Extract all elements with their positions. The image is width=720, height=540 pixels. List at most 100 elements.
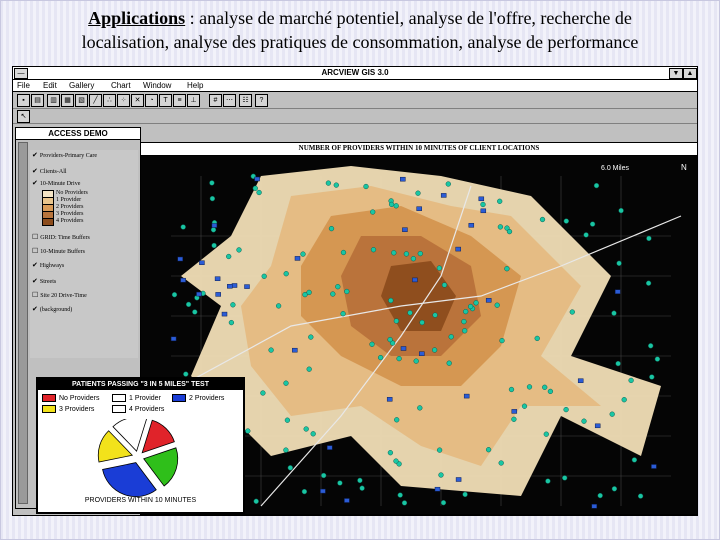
legend-layer-6[interactable]: 3 Providers bbox=[56, 211, 84, 218]
client-point bbox=[431, 347, 438, 353]
chart-caption: PROVIDERS WITHIN 10 MINUTES bbox=[84, 497, 197, 504]
properties-icon[interactable]: ▤ bbox=[31, 94, 44, 107]
legend-layer-4[interactable]: 1 Provider bbox=[56, 197, 81, 204]
client-point bbox=[369, 341, 375, 347]
checkbox-unchecked-icon[interactable]: ☐ bbox=[32, 291, 38, 299]
help-icon[interactable]: ? bbox=[255, 94, 268, 107]
pointer-tool-icon[interactable]: ↖ bbox=[17, 110, 30, 123]
chart-series-icon[interactable]: ☷ bbox=[239, 94, 252, 107]
provider-point bbox=[614, 289, 621, 294]
checkbox-unchecked-icon[interactable]: ☐ bbox=[32, 247, 38, 255]
client-point bbox=[526, 384, 533, 390]
client-point bbox=[284, 417, 291, 423]
checkbox-checked-icon[interactable]: ✔ bbox=[32, 167, 38, 175]
client-point bbox=[333, 182, 339, 188]
legend-label: 1 Provider bbox=[129, 394, 161, 402]
legend-layer-5[interactable]: 2 Providers bbox=[56, 204, 84, 211]
minimize-button[interactable]: ▼ bbox=[669, 68, 683, 79]
client-point bbox=[441, 282, 448, 288]
client-point bbox=[543, 431, 549, 437]
checkbox-checked-icon[interactable]: ✔ bbox=[32, 179, 38, 187]
chart-title-icon[interactable]: T bbox=[159, 94, 172, 107]
chart-xy-icon[interactable]: ✕ bbox=[131, 94, 144, 107]
provider-point bbox=[177, 256, 183, 262]
legend-layer-12[interactable]: ☐ Site 20 Drive-Time bbox=[32, 292, 87, 300]
client-point bbox=[618, 207, 624, 214]
pie-slice-2-providers bbox=[102, 462, 157, 497]
menu-chart[interactable]: Chart bbox=[111, 81, 131, 90]
checkbox-checked-icon[interactable]: ✔ bbox=[32, 151, 38, 159]
provider-point bbox=[478, 196, 485, 202]
window-title: ARCVIEW GIS 3.0 bbox=[321, 68, 389, 77]
chart-area-icon[interactable]: ▦ bbox=[61, 94, 74, 107]
provider-point bbox=[480, 208, 487, 214]
legend-layer-1[interactable]: ✔ Clients-All bbox=[32, 168, 67, 176]
checkbox-checked-icon[interactable]: ✔ bbox=[32, 305, 38, 313]
legend-layer-0[interactable]: ✔ Providers-Primary Care bbox=[32, 152, 97, 160]
legend-swatch bbox=[42, 218, 54, 226]
menu-window[interactable]: Window bbox=[143, 81, 171, 90]
menu-gallery[interactable]: Gallery bbox=[69, 81, 94, 90]
legend-layer-label: Clients-All bbox=[39, 169, 67, 175]
legend-layer-8[interactable]: ☐ GRID: Time Buffers bbox=[32, 234, 90, 242]
client-point bbox=[230, 302, 236, 308]
client-point bbox=[473, 300, 479, 306]
legend-layer-label: GRID: Time Buffers bbox=[40, 235, 90, 241]
legend-layer-11[interactable]: ✔ Streets bbox=[32, 278, 56, 286]
pie-chart-icon[interactable]: ◔ bbox=[145, 94, 158, 107]
chart-line-icon[interactable]: ╱ bbox=[89, 94, 102, 107]
client-point bbox=[562, 475, 568, 481]
checkbox-checked-icon[interactable]: ✔ bbox=[32, 277, 38, 285]
legend-label: 3 Providers bbox=[59, 405, 95, 413]
chart-bar-icon[interactable]: ▥ bbox=[47, 94, 60, 107]
chart-grid-icon[interactable]: # bbox=[209, 94, 222, 107]
save-icon[interactable]: ▪ bbox=[17, 94, 30, 107]
legend-label: 2 Providers bbox=[189, 394, 225, 402]
client-point bbox=[621, 397, 627, 403]
legend-label: No Providers bbox=[59, 394, 100, 402]
legend-layer-9[interactable]: ☐ 10-Minute Buffers bbox=[32, 248, 85, 256]
checkbox-checked-icon[interactable]: ✔ bbox=[32, 261, 38, 269]
provider-point bbox=[400, 176, 406, 182]
client-point bbox=[539, 216, 546, 223]
chart-legend-icon[interactable]: ≡ bbox=[173, 94, 186, 107]
legend-layer-7[interactable]: 4 Providers bbox=[56, 218, 84, 225]
legend-layer-10[interactable]: ✔ Highways bbox=[32, 262, 64, 270]
legend-layer-3[interactable]: No Providers bbox=[56, 190, 88, 197]
legend-layer-label: 10-Minute Buffers bbox=[40, 249, 85, 255]
client-point bbox=[581, 418, 587, 424]
chart-markers-icon[interactable]: ⋯ bbox=[223, 94, 236, 107]
legend-layer-2[interactable]: ✔ 10-Minute Drive bbox=[32, 180, 80, 188]
chart-window: PATIENTS PASSING "3 IN 5 MILES" TEST No … bbox=[36, 377, 245, 514]
client-point bbox=[448, 334, 454, 340]
chart-dots-icon[interactable]: ∴ bbox=[103, 94, 116, 107]
legend-layer-label: Streets bbox=[39, 279, 57, 285]
client-point bbox=[445, 181, 451, 187]
legend-item-no-providers: No Providers bbox=[42, 394, 99, 402]
view-title: NUMBER OF PROVIDERS WITHIN 10 MINUTES OF… bbox=[298, 144, 540, 152]
client-point bbox=[467, 303, 474, 310]
client-point bbox=[497, 198, 503, 204]
provider-point bbox=[651, 464, 657, 469]
chart-axis-icon[interactable]: ⊥ bbox=[187, 94, 200, 107]
client-point bbox=[637, 493, 644, 499]
chart-column-icon[interactable]: ▧ bbox=[75, 94, 88, 107]
client-point bbox=[649, 374, 655, 380]
client-point bbox=[306, 289, 312, 296]
client-point bbox=[494, 302, 500, 308]
menu-edit[interactable]: Edit bbox=[43, 81, 57, 90]
client-point bbox=[359, 485, 365, 491]
client-point bbox=[370, 247, 377, 253]
client-point bbox=[301, 488, 308, 495]
client-point bbox=[417, 405, 423, 411]
client-point bbox=[403, 251, 410, 257]
legend-layer-13[interactable]: ✔ (background) bbox=[32, 306, 72, 314]
menu-file[interactable]: File bbox=[17, 81, 30, 90]
maximize-button[interactable]: ▲ bbox=[683, 68, 697, 79]
client-point bbox=[547, 388, 554, 395]
checkbox-unchecked-icon[interactable]: ☐ bbox=[32, 233, 38, 241]
chart-scatter-icon[interactable]: ⁘ bbox=[117, 94, 130, 107]
client-point bbox=[511, 416, 517, 422]
legend-layer-label: 2 Providers bbox=[56, 204, 84, 210]
menu-help[interactable]: Help bbox=[187, 81, 203, 90]
